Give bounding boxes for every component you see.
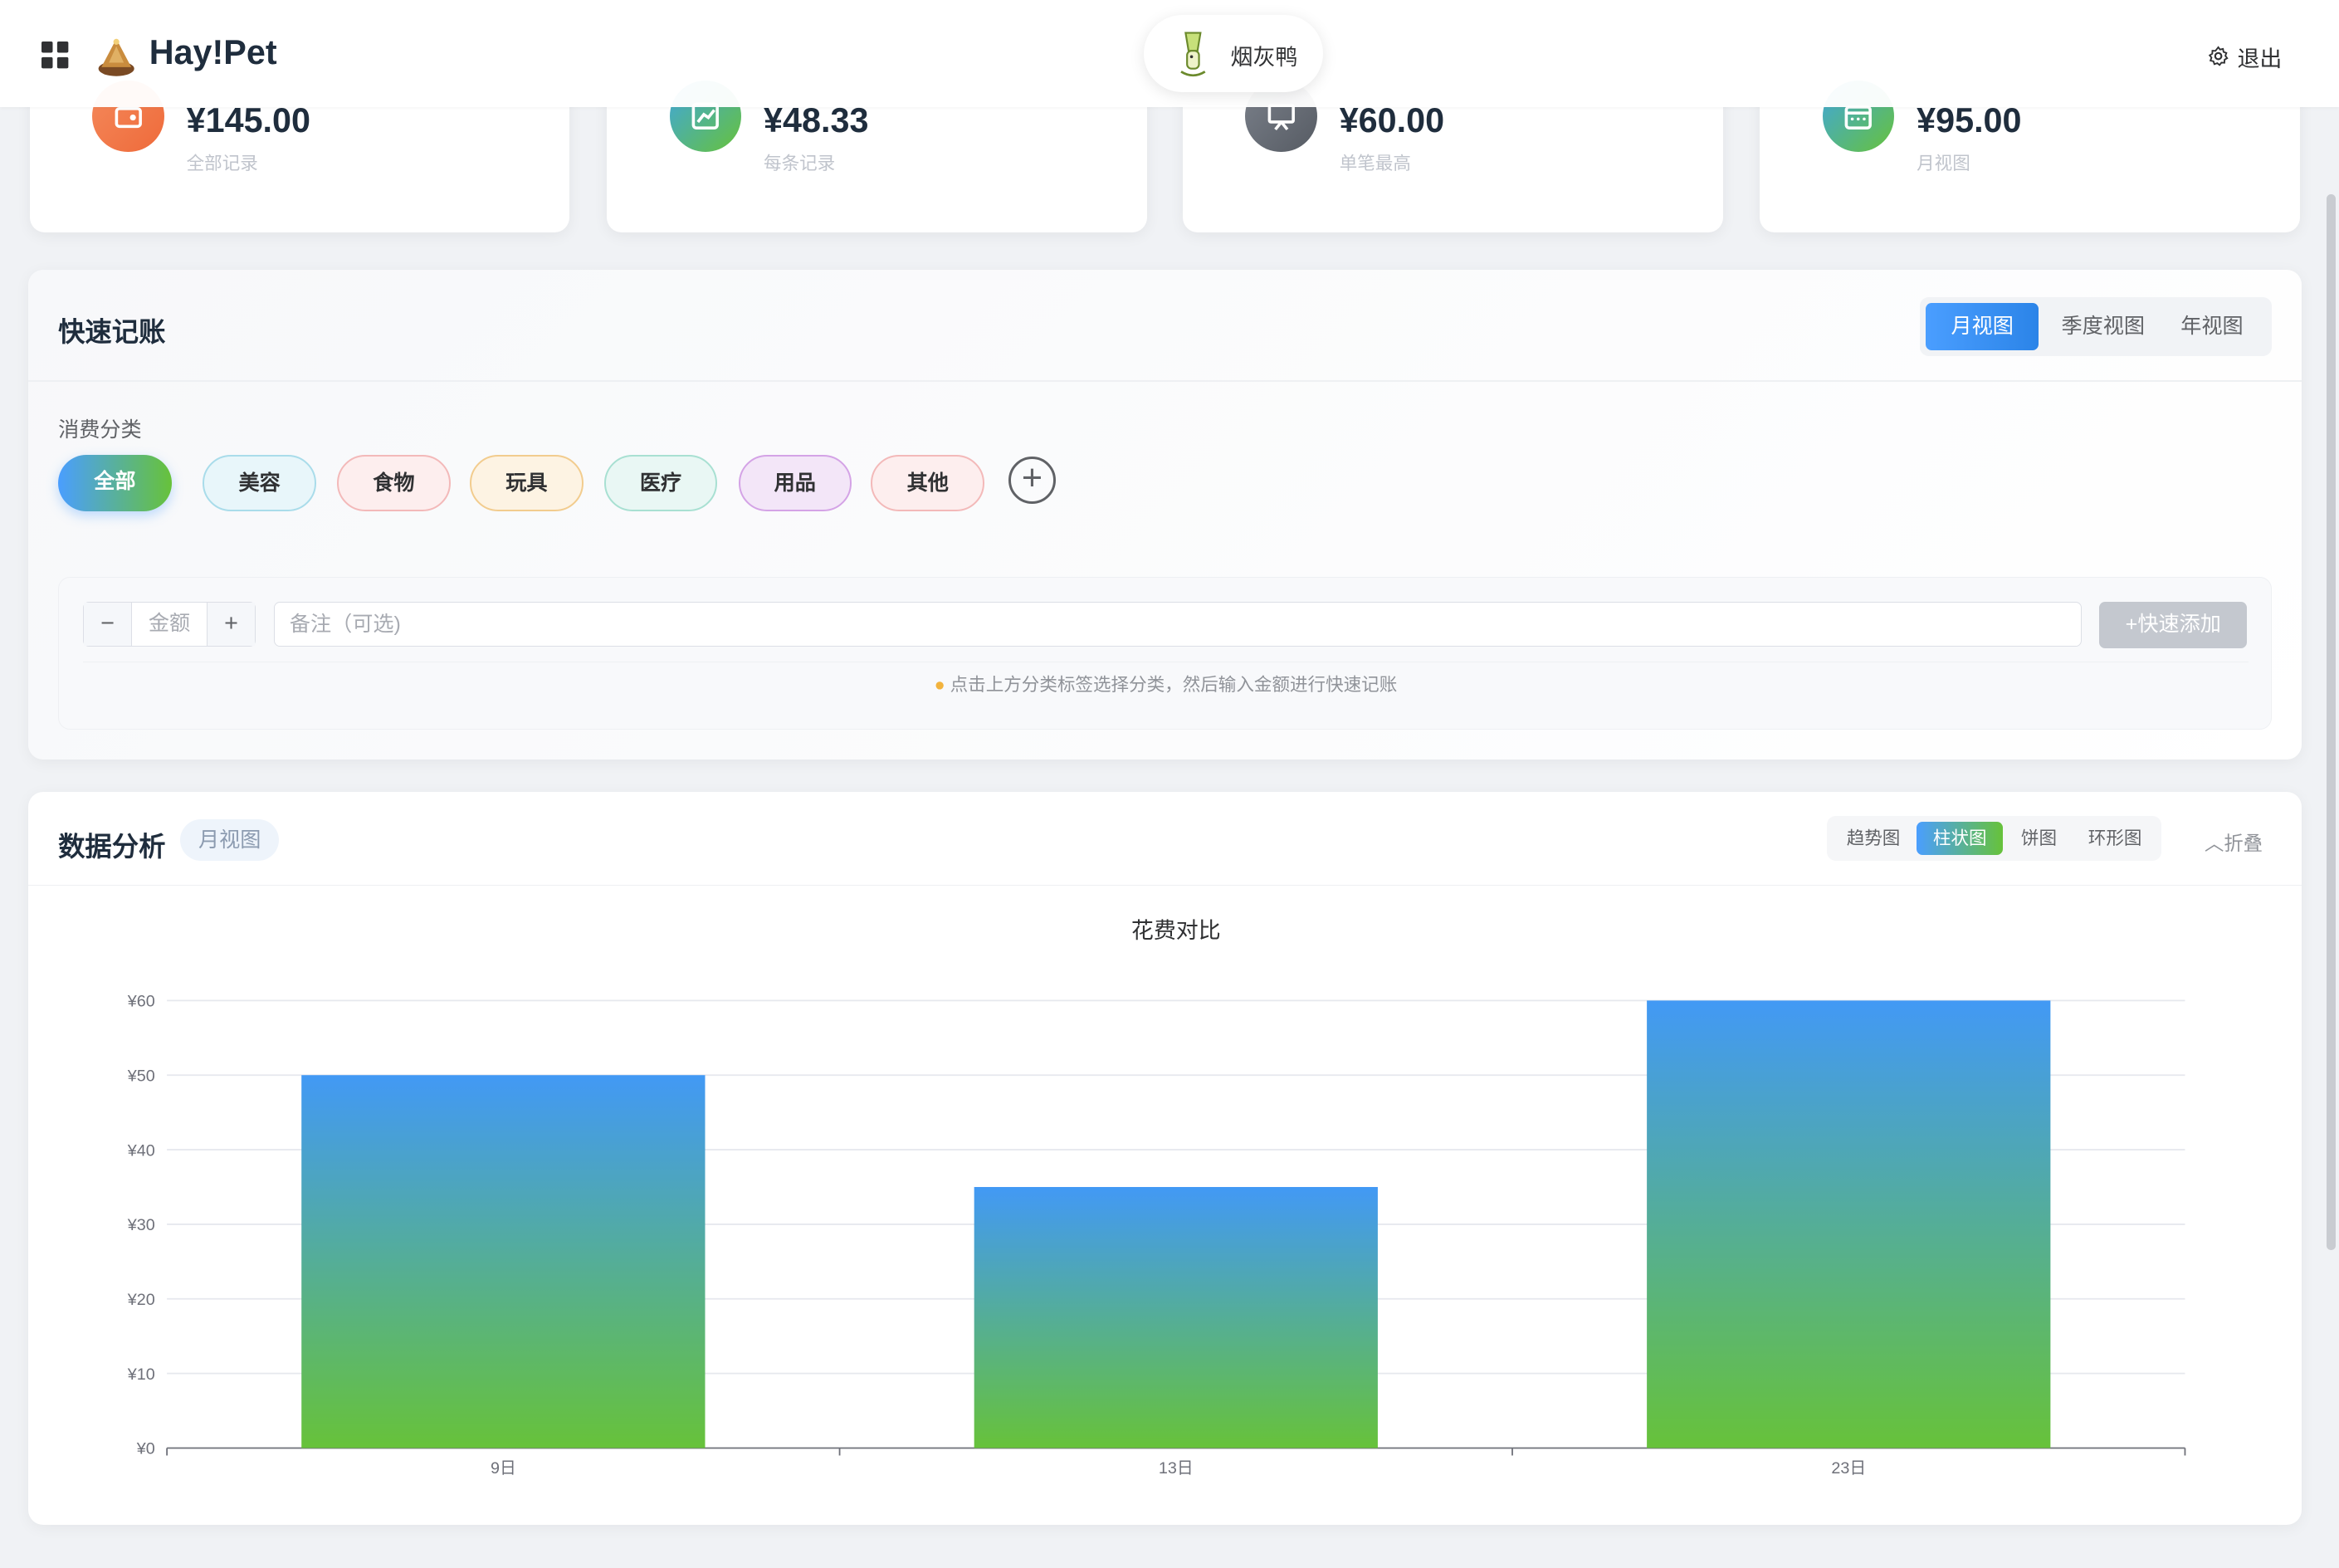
user-name: 烟灰鸭	[1230, 44, 1298, 70]
view-year-button[interactable]: 年视图	[2164, 303, 2259, 351]
y-tick-label: ¥0	[136, 1440, 155, 1458]
logout-label: 退出	[2237, 46, 2283, 71]
duck-avatar-icon	[1180, 32, 1206, 77]
x-tick-label: 9日	[491, 1459, 516, 1478]
category-chip[interactable]: 玩具	[470, 455, 584, 512]
brand-name: Hay!Pet	[149, 32, 277, 71]
tab-bar[interactable]: 柱状图	[1917, 822, 2004, 855]
haystack-logo-icon	[98, 38, 134, 76]
analysis-title: 数据分析	[58, 831, 166, 862]
tab-trend[interactable]: 趋势图	[1836, 822, 1911, 855]
y-tick-label: ¥60	[127, 993, 155, 1011]
view-badge: 月视图	[180, 818, 279, 861]
quick-add-button[interactable]: +快速添加	[2099, 602, 2248, 648]
category-chip[interactable]: 用品	[738, 455, 852, 512]
increment-button[interactable]: +	[207, 603, 256, 647]
category-label: 消费分类	[58, 418, 142, 442]
logout-button[interactable]: 退出	[2208, 41, 2283, 73]
hint-label: 点击上方分类标签选择分类，然后输入金额进行快速记账	[950, 674, 1398, 696]
user-menu[interactable]: 烟灰鸭	[1144, 14, 1323, 93]
stat-label: 全部记录	[186, 152, 258, 173]
category-chip[interactable]: 其他	[871, 455, 984, 512]
tab-donut[interactable]: 环形图	[2075, 822, 2156, 855]
stat-label: 单笔最高	[1339, 152, 1411, 173]
category-chip[interactable]: 食物	[337, 455, 451, 512]
category-chip[interactable]: 美容	[203, 455, 316, 512]
divider	[28, 884, 2302, 887]
hint-text: ● 点击上方分类标签选择分类，然后输入金额进行快速记账	[82, 662, 2249, 707]
category-chip[interactable]: 医疗	[603, 455, 718, 512]
chart-type-tabs: 趋势图 柱状图 饼图 环形图	[1827, 815, 2161, 861]
y-tick-label: ¥30	[127, 1217, 155, 1235]
apps-grid-icon[interactable]	[42, 42, 69, 69]
divider	[28, 380, 2302, 383]
category-chip[interactable]: 全部	[58, 455, 172, 512]
x-tick-label: 23日	[1832, 1459, 1867, 1478]
top-bar: Hay!Pet 烟灰鸭 退出	[0, 0, 2339, 108]
chart-title: 花费对比	[1131, 918, 1221, 943]
y-tick-label: ¥50	[127, 1067, 155, 1086]
y-tick-label: ¥40	[127, 1142, 155, 1160]
bar	[301, 1075, 706, 1448]
note-input[interactable]	[273, 602, 2082, 647]
quick-entry-panel: 快速记账 月视图 季度视图 年视图 消费分类 全部 美容 食物 玩具 医疗 用品 其他 + …	[28, 270, 2302, 760]
view-quarter-button[interactable]: 季度视图	[2045, 303, 2161, 351]
tab-pie[interactable]: 饼图	[2009, 822, 2069, 855]
analysis-panel: 数据分析 月视图 趋势图 柱状图 饼图 环形图 ︿折叠 花费对比 ¥0 ¥10 ¥20…	[28, 792, 2302, 1525]
page-scrollbar[interactable]	[2327, 193, 2337, 1250]
view-toggle: 月视图 季度视图 年视图	[1919, 296, 2272, 357]
collapse-label: 折叠	[2224, 833, 2263, 855]
lightbulb-icon: ●	[934, 674, 945, 696]
bar-chart: 花费对比 ¥0 ¥10 ¥20 ¥30 ¥40 ¥50 ¥60 9日 13日 23日	[127, 918, 2186, 1478]
y-tick-label: ¥20	[127, 1291, 155, 1309]
add-category-button[interactable]: +	[1008, 456, 1057, 505]
amount-field[interactable]: 金额	[131, 603, 208, 647]
amount-stepper: − 金额 +	[82, 602, 256, 647]
bar	[974, 1187, 1379, 1448]
bar	[1647, 1000, 2051, 1448]
decrement-button[interactable]: −	[83, 603, 132, 647]
stat-label: 月视图	[1917, 152, 1970, 173]
view-month-button[interactable]: 月视图	[1925, 302, 2039, 351]
x-tick-label: 13日	[1159, 1459, 1194, 1478]
collapse-button[interactable]: ︿折叠	[2205, 828, 2263, 856]
y-tick-label: ¥10	[127, 1365, 155, 1384]
gear-icon	[2208, 46, 2229, 67]
chevron-up-icon: ︿	[2204, 833, 2224, 855]
quick-entry-title: 快速记账	[58, 316, 166, 347]
stat-label: 每条记录	[764, 152, 836, 173]
quick-add-form: − 金额 + +快速添加 ● 点击上方分类标签选择分类，然后输入金额进行快速记账	[58, 577, 2272, 730]
